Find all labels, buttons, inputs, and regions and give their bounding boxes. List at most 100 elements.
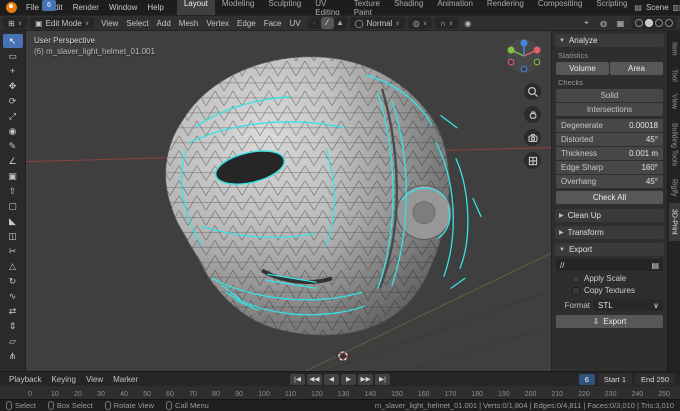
tool-button-add-cube[interactable]: ▣ (3, 169, 23, 183)
analyze-section-header[interactable]: ▼ Analyze (555, 34, 664, 47)
sidebar-tab[interactable]: Item (669, 36, 680, 62)
viewport-menu-item[interactable]: Edge (233, 19, 260, 28)
cleanup-section-header[interactable]: ▶ Clean Up (555, 209, 664, 222)
transport-button-play-reverse[interactable]: ◀ (324, 373, 339, 385)
xray-toggle-icon[interactable]: ▦ (614, 19, 627, 28)
tool-button-scale[interactable]: ⤢ (3, 109, 23, 123)
proportional-editing-icon[interactable]: ◉ (461, 19, 474, 28)
viewport-menu-item[interactable]: View (97, 19, 122, 28)
tool-button-bevel[interactable]: ◣ (3, 214, 23, 228)
tool-button-tweak[interactable]: ↖ (2, 34, 23, 48)
export-button[interactable]: ⇩ Export (556, 315, 663, 328)
solid-check-button[interactable]: Solid (556, 89, 663, 102)
sidebar-tab[interactable]: 3D-Print (668, 203, 680, 241)
current-frame-field[interactable]: 6 (578, 373, 595, 385)
transform-section: ▶ Transform (555, 226, 664, 239)
viewport-menu-item[interactable]: Add (153, 19, 175, 28)
tool-button-knife[interactable]: ✂ (3, 244, 23, 258)
mode-dropdown[interactable]: ▣ Edit Mode ∨ (30, 17, 95, 29)
transport-button-prev-keyframe[interactable]: ◀◀ (307, 373, 322, 385)
check-all-button[interactable]: Check All (556, 191, 663, 204)
timeline-menu-item[interactable]: View (82, 375, 107, 384)
start-frame-field[interactable]: Start 1 (597, 373, 633, 385)
playhead[interactable]: 6 (42, 0, 56, 399)
tool-button-spin[interactable]: ↻ (3, 274, 23, 288)
wireframe-shading-icon[interactable] (635, 19, 643, 27)
check-row[interactable]: Overhang 45° (556, 175, 663, 188)
check-row[interactable]: Distorted 45° (556, 133, 663, 146)
transport-button-jump-to-start[interactable]: |◀ (290, 373, 305, 385)
transport-button-next-keyframe[interactable]: ▶▶ (358, 373, 373, 385)
timeline-menu-item[interactable]: Marker (109, 375, 142, 384)
navigation-gizmo[interactable] (504, 36, 544, 78)
zoom-icon[interactable] (524, 83, 541, 100)
select-mode-button-vertex[interactable]: ∙ (308, 17, 321, 29)
menu-item[interactable]: Render (68, 2, 104, 13)
tool-button-annotate[interactable]: ✎ (3, 139, 23, 153)
folder-icon[interactable]: ▤ (651, 261, 659, 270)
sidebar-tab[interactable]: Tool (669, 63, 680, 88)
gizmos-toggle-icon[interactable]: ⌖ (580, 18, 593, 28)
scene-selector[interactable]: Scene (646, 3, 669, 12)
editor-type-button[interactable]: ⊞ ∨ (3, 17, 28, 29)
pivot-dropdown[interactable]: ◎ ∨ (407, 17, 433, 29)
check-row[interactable]: Thickness 0.001 m (556, 147, 663, 160)
timeline-menu-item[interactable]: Playback (5, 375, 45, 384)
sidebar-tab[interactable]: View (669, 88, 680, 115)
overlays-toggle-icon[interactable]: ◍ (597, 19, 610, 28)
timeline-ruler[interactable]: 0 10 20 30 40 50 60 70 80 90 100 110 120 130 140 150 160… (0, 386, 680, 399)
tool-button-shrink-fatten[interactable]: ⇕ (3, 319, 23, 333)
viewport-menu-item[interactable]: Face (260, 19, 286, 28)
tool-button-edge-slide[interactable]: ⇄ (3, 304, 23, 318)
viewport-menu-item[interactable]: Vertex (202, 19, 233, 28)
copy-textures-checkbox[interactable] (572, 286, 580, 295)
viewport-menu-item[interactable]: Mesh (175, 19, 203, 28)
view-layer-icon[interactable]: ▥ (673, 3, 680, 12)
tool-button-shear[interactable]: ▱ (3, 334, 23, 348)
pan-hand-icon[interactable] (524, 106, 541, 123)
snap-dropdown[interactable]: ∩ ∨ (435, 17, 459, 29)
select-mode-button-face[interactable]: ▲ (334, 17, 347, 29)
transform-section-header[interactable]: ▶ Transform (555, 226, 664, 239)
tool-button-select-box[interactable]: ▭ (3, 49, 23, 63)
area-button[interactable]: Area (610, 62, 663, 75)
tool-button-transform[interactable]: ◉ (3, 124, 23, 138)
tool-button-measure[interactable]: ∠ (3, 154, 23, 168)
blender-logo-icon[interactable] (6, 2, 17, 13)
menu-item[interactable]: File (21, 2, 44, 13)
sidebar-tab[interactable]: Building Tools (669, 117, 680, 172)
tool-button-loop-cut[interactable]: ◫ (3, 229, 23, 243)
select-mode-button-edge[interactable]: ∕ (320, 17, 334, 29)
intersections-check-button[interactable]: Intersections (556, 103, 663, 116)
perspective-toggle-icon[interactable] (524, 152, 541, 169)
tool-button-move[interactable]: ✥ (3, 79, 23, 93)
tool-button-cursor[interactable]: + (3, 64, 23, 78)
apply-scale-checkbox[interactable] (572, 274, 580, 283)
format-dropdown[interactable]: STL ∨ (594, 299, 663, 311)
camera-view-icon[interactable] (524, 129, 541, 146)
material-shading-icon[interactable] (655, 19, 663, 27)
tool-button-extrude[interactable]: ⇧ (3, 184, 23, 198)
tool-button-smooth[interactable]: ∿ (3, 289, 23, 303)
tool-button-poly-build[interactable]: △ (3, 259, 23, 273)
viewport-menu-item[interactable]: Select (122, 19, 152, 28)
solid-shading-icon[interactable] (645, 19, 653, 27)
3d-viewport[interactable]: User Perspective (6) m_slaver_light_helm… (26, 31, 551, 371)
transport-button-jump-to-end[interactable]: ▶| (375, 373, 390, 385)
transport-button-play[interactable]: ▶ (341, 373, 356, 385)
rendered-shading-icon[interactable] (665, 19, 673, 27)
volume-button[interactable]: Volume (556, 62, 609, 75)
tool-button-inset[interactable]: ▢ (3, 199, 23, 213)
orientation-dropdown[interactable]: ◯ Normal ∨ (349, 17, 405, 29)
end-frame-field[interactable]: End 250 (635, 373, 675, 385)
menu-item[interactable]: Help (142, 2, 168, 13)
export-section-header[interactable]: ▼ Export (555, 243, 664, 256)
viewport-menu-item[interactable]: UV (286, 19, 305, 28)
check-row[interactable]: Edge Sharp 160° (556, 161, 663, 174)
export-path-field[interactable]: // ▤ (556, 259, 663, 271)
sidebar-tab[interactable]: Rigify (669, 173, 680, 203)
check-row[interactable]: Degenerate 0.00018 (556, 119, 663, 132)
tool-button-rip[interactable]: ⋔ (3, 349, 23, 363)
tool-button-rotate[interactable]: ⟳ (3, 94, 23, 108)
menu-item[interactable]: Window (104, 2, 142, 13)
